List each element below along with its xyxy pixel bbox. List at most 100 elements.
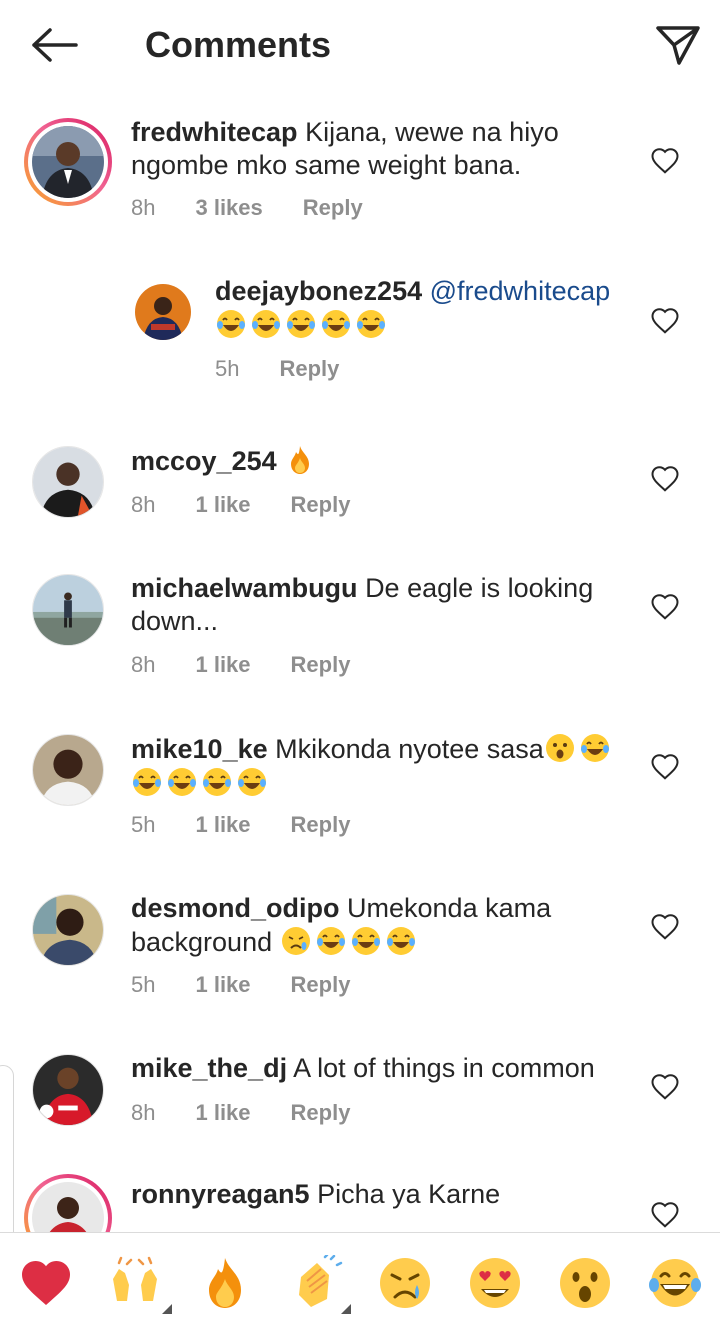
like-heart-icon[interactable]	[650, 146, 680, 176]
avatar[interactable]	[32, 894, 104, 966]
reply-button[interactable]: Reply	[291, 652, 351, 678]
comment-username[interactable]: mike_the_dj	[131, 1053, 287, 1083]
astonished-emoji	[545, 734, 574, 762]
comment-time: 8h	[131, 492, 156, 517]
reaction-raising-hands[interactable]	[107, 1255, 163, 1311]
comment-body-line2: down...	[131, 606, 219, 636]
fire-icon	[209, 1258, 241, 1308]
avatar[interactable]	[32, 734, 104, 806]
comment-time: 8h	[131, 652, 156, 677]
comment-likes[interactable]: 1 like	[195, 492, 250, 518]
comment-body-line2: ngombe mko same weight bana.	[131, 150, 522, 180]
crying-face-icon	[380, 1258, 430, 1308]
avatar[interactable]	[32, 446, 104, 518]
reaction-astonished[interactable]	[557, 1255, 613, 1311]
comment-time: 5h	[215, 356, 240, 381]
back-button[interactable]	[26, 22, 82, 68]
reply-button[interactable]: Reply	[279, 356, 339, 382]
reply-button[interactable]: Reply	[291, 812, 351, 838]
comment-body: De eagle is looking	[365, 573, 594, 603]
comment-meta: 8h 3 likes Reply	[131, 195, 403, 221]
raising-hands-icon	[113, 1256, 157, 1301]
reaction-fire[interactable]	[197, 1255, 253, 1311]
heart-eyes-icon	[470, 1258, 520, 1308]
comment-text: mike_the_dj A lot of things in common	[131, 1052, 651, 1085]
avatar[interactable]	[135, 284, 191, 340]
comment-username[interactable]: deejaybonez254	[215, 276, 422, 306]
quick-reactions-bar	[0, 1232, 720, 1327]
comment-username[interactable]: ronnyreagan5	[131, 1179, 310, 1209]
like-heart-icon[interactable]	[650, 912, 680, 942]
like-heart-icon[interactable]	[650, 1072, 680, 1102]
share-button[interactable]	[652, 20, 704, 70]
comment-time: 8h	[131, 195, 156, 220]
comment-item: fredwhitecap Kijana, wewe na hiyo ngombe…	[0, 117, 720, 278]
reply-button[interactable]: Reply	[291, 972, 351, 998]
comment-item: ronnyreagan5 Picha ya Karne	[0, 1174, 720, 1232]
fire-emoji	[291, 446, 310, 474]
comment-item: mike_the_dj A lot of things in common 8h…	[0, 1052, 720, 1172]
reply-button[interactable]: Reply	[303, 195, 363, 221]
comment-meta: 8h 1 like Reply	[131, 492, 390, 518]
comments-list[interactable]: fredwhitecap Kijana, wewe na hiyo ngombe…	[0, 92, 720, 1232]
comment-time: 5h	[131, 972, 156, 997]
skin-tone-indicator	[162, 1304, 172, 1314]
comment-text: mccoy_254	[131, 444, 651, 478]
comment-likes[interactable]: 3 likes	[195, 195, 262, 221]
comment-username[interactable]: desmond_odipo	[131, 893, 340, 923]
comment-text: deejaybonez254 @fredwhitecap	[215, 275, 635, 342]
like-heart-icon[interactable]	[650, 306, 680, 336]
comment-likes[interactable]: 1 like	[195, 1100, 250, 1126]
header: Comments	[0, 0, 720, 92]
mention-link[interactable]: @fredwhitecap	[430, 276, 611, 306]
reaction-clapping-hands[interactable]	[287, 1255, 343, 1311]
like-heart-icon[interactable]	[650, 592, 680, 622]
comment-time: 8h	[131, 1100, 156, 1125]
avatar-story-ring[interactable]	[24, 118, 112, 206]
like-heart-icon[interactable]	[650, 1200, 680, 1230]
tears-of-joy-emoji	[386, 927, 415, 955]
comment-meta: 5h 1 like Reply	[131, 972, 390, 998]
comment-likes[interactable]: 1 like	[195, 972, 250, 998]
emoji-group	[215, 310, 390, 340]
reaction-tears-of-joy[interactable]	[647, 1255, 703, 1311]
avatar[interactable]	[32, 1054, 104, 1126]
tears-of-joy-emoji	[357, 310, 385, 338]
tears-of-joy-emoji	[287, 310, 315, 338]
like-heart-icon[interactable]	[650, 752, 680, 782]
comment-body: Kijana, wewe na hiyo	[305, 117, 559, 147]
comment-text: ronnyreagan5 Picha ya Karne	[131, 1178, 651, 1211]
comment-body: A lot of things in common	[293, 1053, 595, 1083]
comment-item: mike10_ke Mkikonda nyotee sasa 5h 1 like…	[0, 732, 720, 872]
comment-likes[interactable]: 1 like	[195, 812, 250, 838]
emoji-group	[131, 768, 271, 798]
comment-username[interactable]: mccoy_254	[131, 446, 277, 476]
comment-item: mccoy_254 8h 1 like Reply	[0, 444, 720, 564]
reaction-red-heart[interactable]	[18, 1255, 74, 1311]
comment-meta: 8h 1 like Reply	[131, 1100, 390, 1126]
comment-meta: 8h 1 like Reply	[131, 652, 390, 678]
avatar[interactable]	[32, 574, 104, 646]
comment-meta: 5h Reply	[215, 356, 379, 382]
comment-username[interactable]: fredwhitecap	[131, 117, 298, 147]
comment-body: Umekonda kama	[347, 893, 552, 923]
reaction-crying[interactable]	[377, 1255, 433, 1311]
reply-button[interactable]: Reply	[291, 492, 351, 518]
like-heart-icon[interactable]	[650, 464, 680, 494]
comment-text: michaelwambugu De eagle is looking down.…	[131, 572, 651, 638]
tears-of-joy-emoji	[238, 768, 266, 796]
reaction-heart-eyes[interactable]	[467, 1255, 523, 1311]
tears-of-joy-emoji	[133, 768, 161, 796]
avatar	[32, 126, 104, 198]
tears-of-joy-emoji	[203, 768, 231, 796]
comment-likes[interactable]: 1 like	[195, 652, 250, 678]
crying-emoji	[281, 927, 310, 955]
arrow-left-icon	[32, 28, 78, 62]
tears-of-joy-icon	[649, 1259, 701, 1307]
comment-username[interactable]: michaelwambugu	[131, 573, 358, 603]
avatar-story-ring[interactable]	[24, 1174, 112, 1232]
comment-username[interactable]: mike10_ke	[131, 734, 268, 764]
reply-button[interactable]: Reply	[291, 1100, 351, 1126]
red-heart-icon	[22, 1261, 70, 1305]
tears-of-joy-emoji	[168, 768, 196, 796]
